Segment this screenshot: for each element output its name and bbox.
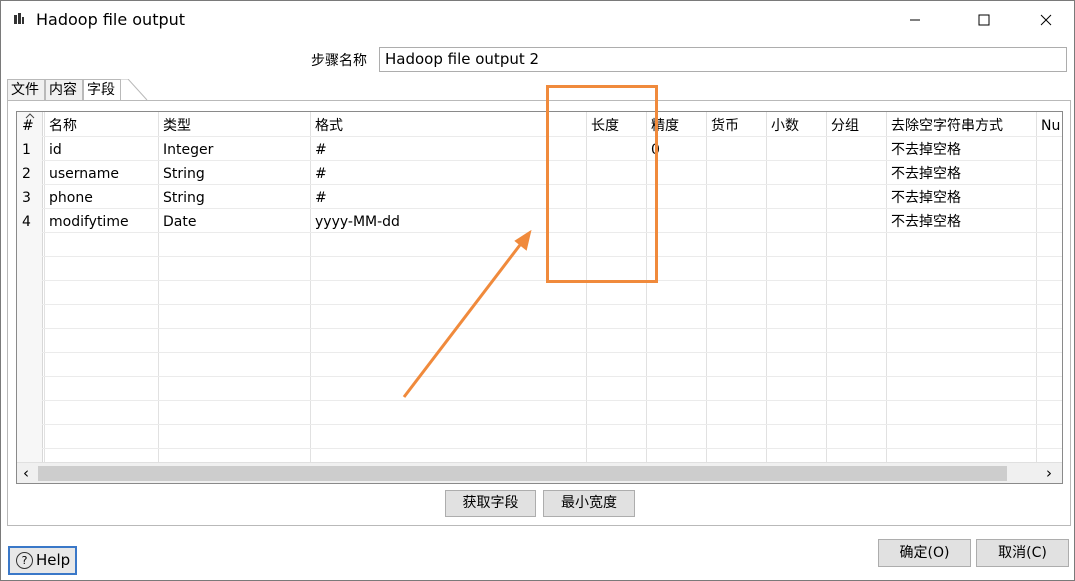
ok-button[interactable]: 确定(O) (878, 539, 971, 567)
column-header[interactable]: 去除空字符串方式 (886, 114, 1036, 138)
app-icon (14, 13, 24, 24)
table-cell[interactable]: String (158, 162, 310, 186)
highlight-box (546, 85, 658, 283)
table-cell[interactable]: String (158, 186, 310, 210)
min-width-button[interactable]: 最小宽度 (543, 490, 635, 517)
table-cell[interactable]: # (310, 186, 586, 210)
table-cell[interactable]: yyyy-MM-dd (310, 210, 586, 234)
column-divider (766, 112, 767, 462)
column-header[interactable]: # (19, 114, 46, 138)
column-header[interactable]: 分组 (826, 114, 886, 138)
column-header[interactable]: 小数 (766, 114, 826, 138)
row-divider (42, 376, 1062, 377)
cancel-button[interactable]: 取消(C) (976, 539, 1069, 567)
question-icon: ? (16, 552, 33, 569)
column-header[interactable]: 货币 (706, 114, 766, 138)
row-divider (42, 400, 1062, 401)
minimize-icon (910, 19, 920, 21)
row-divider (42, 328, 1062, 329)
get-fields-button[interactable]: 获取字段 (445, 490, 536, 517)
close-button[interactable] (1023, 1, 1069, 39)
row-number: 1 (22, 142, 31, 158)
scroll-left-icon[interactable]: ‹ (23, 464, 29, 482)
window-title: Hadoop file output (36, 10, 186, 29)
help-label: Help (36, 551, 71, 569)
column-header[interactable]: 格式 (310, 114, 586, 138)
table-cell[interactable]: id (44, 138, 158, 162)
tab-content[interactable]: 内容 (45, 79, 83, 100)
dialog-window: Hadoop file output 步骤名称 Hadoop file outp… (0, 0, 1075, 581)
column-divider (1036, 112, 1037, 462)
column-header[interactable]: 名称 (44, 114, 158, 138)
table-cell[interactable]: phone (44, 186, 158, 210)
row-number: 3 (22, 190, 31, 206)
fields-table: # 名称 类型 格式 长度 精度 货币 小数 分组 去除空字符串方式 Nu 1 id Integer #0 不… (16, 111, 1063, 484)
minimize-button[interactable] (892, 1, 938, 39)
row-number: 4 (22, 214, 31, 230)
table-cell[interactable]: modifytime (44, 210, 158, 234)
tab-file[interactable]: 文件 (7, 79, 45, 100)
tab-fields[interactable]: 字段 (83, 79, 121, 102)
table-cell[interactable]: Date (158, 210, 310, 234)
help-button[interactable]: ? Help (8, 546, 77, 575)
close-icon (1040, 14, 1052, 26)
step-name-input[interactable]: Hadoop file output 2 (379, 47, 1067, 72)
maximize-icon (978, 14, 990, 26)
tab-edge (120, 79, 148, 101)
table-cell[interactable]: 不去掉空格 (886, 186, 1036, 210)
table-cell[interactable]: 不去掉空格 (886, 162, 1036, 186)
row-divider (42, 304, 1062, 305)
column-divider (706, 112, 707, 462)
step-name-label: 步骤名称 (311, 53, 367, 69)
column-header[interactable]: Nu (1036, 114, 1062, 138)
row-divider (42, 424, 1062, 425)
title-bar: Hadoop file output (1, 1, 1074, 39)
horizontal-scrollbar[interactable]: ‹ › (17, 462, 1062, 483)
fields-panel: # 名称 类型 格式 长度 精度 货币 小数 分组 去除空字符串方式 Nu 1 id Integer #0 不… (7, 100, 1071, 526)
row-number: 2 (22, 166, 31, 182)
column-divider (826, 112, 827, 462)
table-cell[interactable]: # (310, 162, 586, 186)
row-divider (42, 352, 1062, 353)
dialog-body: 步骤名称 Hadoop file output 2 文件 内容 字段 # 名称 类型… (1, 39, 1074, 580)
scroll-right-icon[interactable]: › (1046, 464, 1052, 482)
row-divider (42, 448, 1062, 449)
table-cell[interactable]: 不去掉空格 (886, 138, 1036, 162)
maximize-button[interactable] (961, 1, 1007, 39)
scroll-thumb[interactable] (38, 466, 1007, 481)
table-cell[interactable]: # (310, 138, 586, 162)
table-cell[interactable]: username (44, 162, 158, 186)
table-cell[interactable]: 不去掉空格 (886, 210, 1036, 234)
column-header[interactable]: 类型 (158, 114, 310, 138)
table-cell[interactable]: Integer (158, 138, 310, 162)
